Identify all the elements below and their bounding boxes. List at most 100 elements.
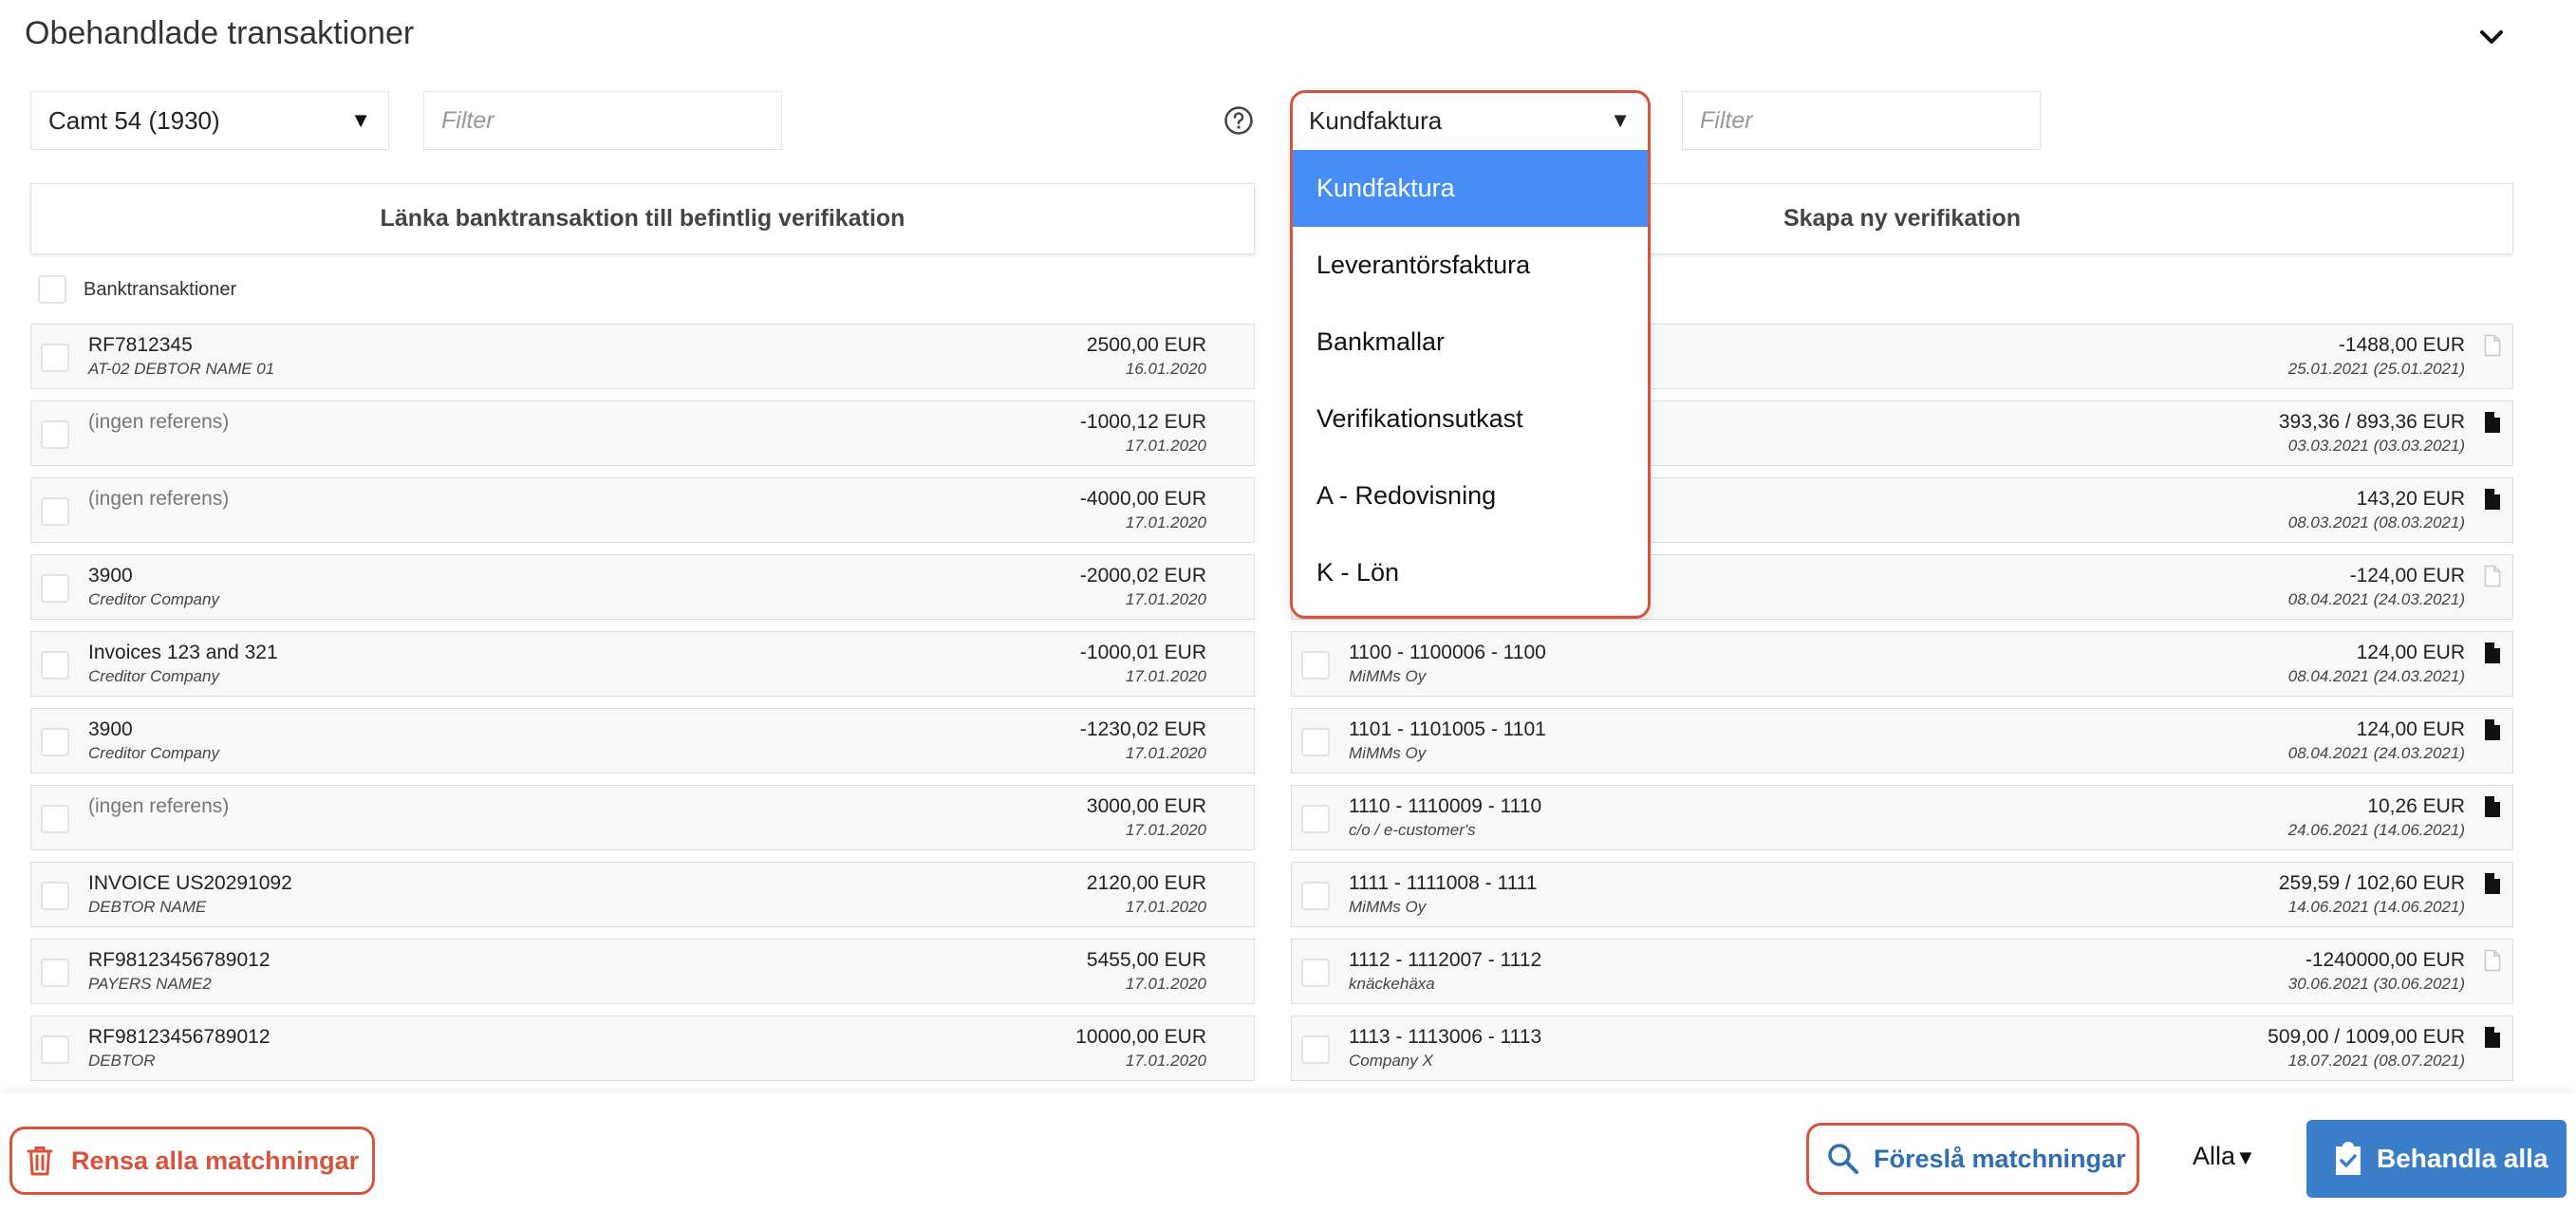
row-amount: 2500,00 EUR: [1086, 334, 1206, 356]
menu-item-verifikationsutkast[interactable]: Verifikationsutkast: [1292, 381, 1648, 457]
table-row[interactable]: 3900 Creditor Company -2000,02 EUR 17.01…: [30, 554, 1255, 620]
row-amount: -1488,00 EUR: [2338, 334, 2465, 356]
row-checkbox[interactable]: [41, 805, 69, 833]
row-counterparty: MiMMs Oy: [1349, 667, 1427, 685]
row-date: 30.06.2021 (30.06.2021): [2287, 975, 2465, 993]
select-all-transactions[interactable]: Banktransaktioner: [38, 275, 236, 304]
row-date: 16.01.2020: [1125, 360, 1206, 378]
row-checkbox[interactable]: [41, 651, 69, 680]
row-reference: 3900: [88, 565, 133, 587]
table-row[interactable]: 1101 - 1101005 - 1101 MiMMs Oy 124,00 EU…: [1291, 708, 2513, 773]
select-all-checkbox[interactable]: [38, 275, 66, 304]
clear-all-matches-button[interactable]: Rensa alla matchningar: [9, 1127, 375, 1195]
table-row[interactable]: RF98123456789012 DEBTOR 10000,00 EUR 17.…: [30, 1015, 1255, 1081]
doc-outline-icon[interactable]: [2484, 949, 2501, 972]
table-row[interactable]: (ingen referens) 3000,00 EUR 17.01.2020: [30, 785, 1255, 850]
row-date: 03.03.2021 (03.03.2021): [2287, 437, 2465, 455]
row-checkbox[interactable]: [1301, 959, 1330, 987]
doc-filled-icon[interactable]: [2484, 1026, 2501, 1049]
doc-filled-icon[interactable]: [2484, 795, 2501, 818]
chevron-down-icon[interactable]: [2473, 21, 2511, 55]
row-counterparty: c/o / e-customer's: [1349, 821, 1476, 839]
row-checkbox[interactable]: [1301, 651, 1330, 680]
table-row[interactable]: 3900 Creditor Company -1230,02 EUR 17.01…: [30, 708, 1255, 773]
row-date: 18.07.2021 (08.07.2021): [2287, 1052, 2465, 1070]
table-row[interactable]: 1100 - 1100006 - 1100 MiMMs Oy 124,00 EU…: [1291, 631, 2513, 697]
menu-item-a-redovisning[interactable]: A - Redovisning: [1292, 457, 1648, 534]
row-reference: RF7812345: [88, 334, 193, 356]
row-counterparty: Company X: [1349, 1052, 1433, 1070]
right-filter-input[interactable]: Filter: [1682, 91, 2041, 150]
doc-outline-icon[interactable]: [2484, 565, 2501, 587]
row-reference: 1101 - 1101005 - 1101: [1349, 718, 1546, 740]
row-reference: 1112 - 1112007 - 1112: [1349, 949, 1542, 971]
row-counterparty: Creditor Company: [88, 667, 219, 685]
row-checkbox[interactable]: [41, 728, 69, 756]
row-checkbox[interactable]: [41, 1035, 69, 1064]
table-row[interactable]: 1112 - 1112007 - 1112 knäckehäxa -124000…: [1291, 939, 2513, 1004]
doc-filled-icon[interactable]: [2484, 718, 2501, 741]
row-checkbox[interactable]: [1301, 882, 1330, 910]
row-counterparty: knäckehäxa: [1349, 975, 1435, 993]
link-transaction-button[interactable]: Länka banktransaktion till befintlig ver…: [30, 183, 1255, 254]
left-filter-input[interactable]: Filter: [423, 91, 782, 150]
row-counterparty: MiMMs Oy: [1349, 898, 1427, 916]
row-date: 14.06.2021 (14.06.2021): [2287, 898, 2465, 916]
row-checkbox[interactable]: [41, 497, 69, 526]
table-row[interactable]: INVOICE US20291092 DEBTOR NAME 2120,00 E…: [30, 862, 1255, 927]
menu-item-leverantorsfaktura[interactable]: Leverantörsfaktura: [1292, 227, 1648, 304]
verification-type-menu: Kundfaktura Leverantörsfaktura Bankmalla…: [1292, 150, 1648, 615]
clear-all-matches-label: Rensa alla matchningar: [71, 1146, 360, 1175]
row-date: 17.01.2020: [1125, 1052, 1206, 1070]
process-all-button[interactable]: Behandla alla: [2306, 1120, 2567, 1198]
doc-filled-icon[interactable]: [2484, 642, 2501, 664]
row-checkbox[interactable]: [41, 959, 69, 987]
table-row[interactable]: 1110 - 1110009 - 1110 c/o / e-customer's…: [1291, 785, 2513, 850]
row-checkbox[interactable]: [41, 574, 69, 603]
menu-item-k-lon[interactable]: K - Lön: [1292, 534, 1648, 611]
row-checkbox[interactable]: [1301, 1035, 1330, 1064]
row-checkbox[interactable]: [1301, 728, 1330, 756]
row-date: 08.04.2021 (24.03.2021): [2287, 590, 2465, 608]
row-amount: -1000,12 EUR: [1079, 411, 1206, 433]
doc-outline-icon[interactable]: [2484, 334, 2501, 357]
row-date: 17.01.2020: [1125, 590, 1206, 608]
row-date: 17.01.2020: [1125, 513, 1206, 531]
table-row[interactable]: 1113 - 1113006 - 1113 Company X 509,00 /…: [1291, 1015, 2513, 1081]
row-checkbox[interactable]: [41, 882, 69, 910]
verification-type-select[interactable]: Kundfaktura ▼: [1292, 91, 1648, 150]
trash-icon: [27, 1146, 53, 1176]
suggest-matches-button[interactable]: Föreslå matchningar: [1806, 1123, 2139, 1195]
account-select[interactable]: Camt 54 (1930) ▼: [30, 91, 389, 150]
table-row[interactable]: (ingen referens) -4000,00 EUR 17.01.2020: [30, 477, 1255, 543]
help-icon[interactable]: [1223, 105, 1254, 136]
table-row[interactable]: 1111 - 1111008 - 1111 MiMMs Oy 259,59 / …: [1291, 862, 2513, 927]
row-date: 08.04.2021 (24.03.2021): [2287, 744, 2465, 762]
row-reference: 1110 - 1110009 - 1110: [1349, 795, 1542, 817]
row-checkbox[interactable]: [41, 420, 69, 449]
row-reference: Invoices 123 and 321: [88, 642, 278, 663]
verification-type-value: Kundfaktura: [1309, 105, 1443, 135]
menu-item-bankmallar[interactable]: Bankmallar: [1292, 304, 1648, 381]
row-reference: 3900: [88, 718, 133, 740]
menu-item-kundfaktura[interactable]: Kundfaktura: [1292, 150, 1648, 227]
row-date: 25.01.2021 (25.01.2021): [2287, 360, 2465, 378]
suggest-matches-label: Föreslå matchningar: [1874, 1144, 2126, 1173]
row-date: 17.01.2020: [1125, 821, 1206, 839]
table-row[interactable]: (ingen referens) -1000,12 EUR 17.01.2020: [30, 401, 1255, 466]
doc-filled-icon[interactable]: [2484, 872, 2501, 895]
doc-filled-icon[interactable]: [2484, 488, 2501, 511]
table-row[interactable]: Invoices 123 and 321 Creditor Company -1…: [30, 631, 1255, 697]
row-amount: -2000,02 EUR: [1079, 565, 1206, 587]
row-amount: -124,00 EUR: [2349, 565, 2465, 587]
row-amount: -1240000,00 EUR: [2305, 949, 2465, 971]
row-checkbox[interactable]: [1301, 805, 1330, 833]
row-amount: 124,00 EUR: [2356, 642, 2465, 663]
doc-filled-icon[interactable]: [2484, 411, 2501, 434]
scope-select[interactable]: Alla▼: [2193, 1142, 2256, 1171]
row-amount: 10000,00 EUR: [1075, 1026, 1206, 1048]
table-row[interactable]: RF7812345 AT-02 DEBTOR NAME 01 2500,00 E…: [30, 324, 1255, 389]
row-checkbox[interactable]: [41, 344, 69, 372]
process-all-label: Behandla alla: [2377, 1144, 2548, 1173]
table-row[interactable]: RF98123456789012 PAYERS NAME2 5455,00 EU…: [30, 939, 1255, 1004]
